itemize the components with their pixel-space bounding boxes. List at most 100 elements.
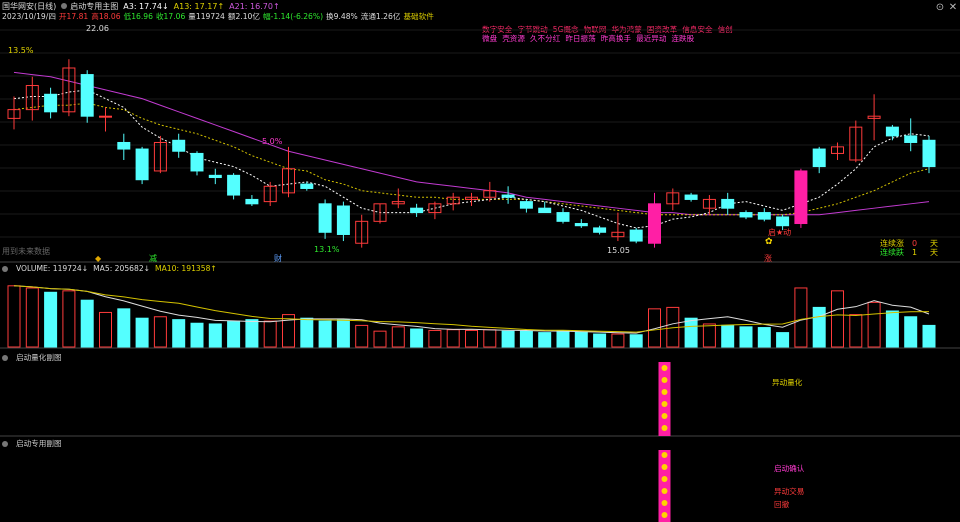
volume-icon[interactable] bbox=[2, 265, 8, 272]
candle-body bbox=[208, 174, 222, 179]
volume-bar bbox=[885, 310, 899, 348]
volume-bar bbox=[776, 332, 790, 348]
volume-bar bbox=[794, 287, 808, 348]
volume-bar bbox=[153, 316, 167, 348]
marker-jian: 减 bbox=[149, 254, 157, 263]
volume-bar bbox=[62, 290, 76, 348]
volume-bar bbox=[355, 324, 369, 348]
sub1-signal-label: 异动量化 bbox=[772, 378, 803, 387]
volume-bar bbox=[465, 329, 478, 348]
volume-bar bbox=[208, 323, 222, 348]
volume-bar bbox=[684, 317, 698, 348]
sub1-signal-column bbox=[658, 362, 671, 436]
volume-bar bbox=[44, 291, 58, 348]
volume-bar bbox=[318, 320, 332, 348]
volume-bar bbox=[702, 323, 716, 348]
sub2-signal-dot bbox=[661, 500, 668, 506]
volume-bar bbox=[446, 329, 460, 348]
marker-cai: 财 bbox=[274, 254, 282, 263]
volume-bar bbox=[7, 285, 21, 348]
sub2-label2: 异动交易 bbox=[774, 487, 805, 496]
volume-bar bbox=[263, 320, 277, 348]
volume-bar bbox=[501, 330, 515, 348]
volume-bar bbox=[593, 333, 607, 348]
candlestick-chart[interactable] bbox=[0, 0, 960, 522]
candle-body bbox=[410, 207, 424, 214]
volume-bar bbox=[483, 329, 497, 348]
candle-body bbox=[519, 201, 533, 209]
volume-bar bbox=[245, 319, 259, 348]
candle-body bbox=[336, 205, 350, 235]
candle-body bbox=[776, 216, 790, 227]
candle-body bbox=[318, 203, 332, 233]
volume-bar bbox=[739, 326, 753, 348]
volume-bar bbox=[428, 329, 442, 348]
ma5-line bbox=[13, 89, 930, 229]
candle-body bbox=[99, 115, 112, 118]
candle-body bbox=[538, 207, 552, 214]
volume-bar bbox=[99, 311, 112, 348]
volume-bar bbox=[721, 324, 735, 348]
candle-body bbox=[812, 148, 826, 168]
stat-down: 连续跌 1 天 bbox=[880, 248, 938, 257]
watermark-text: 用到未来数据 bbox=[2, 247, 50, 256]
sub1-signal-dot bbox=[661, 365, 668, 371]
candle-body bbox=[574, 223, 588, 227]
sub2-label1: 启动确认 bbox=[774, 464, 805, 473]
candle-body bbox=[593, 227, 607, 233]
candle-body bbox=[172, 139, 186, 152]
volume-header: VOLUME: 119724↓ MA5: 205682↓ MA10: 19135… bbox=[2, 264, 217, 273]
sub2-label3: 回撤 bbox=[774, 500, 790, 509]
sub2-signal-dot bbox=[661, 476, 668, 482]
sub2-icon[interactable] bbox=[2, 440, 8, 447]
volume-bar bbox=[831, 290, 844, 348]
volume-bar bbox=[574, 331, 588, 348]
volume-bar bbox=[519, 330, 533, 348]
sub1-signal-dot bbox=[661, 425, 668, 431]
sub1-icon[interactable] bbox=[2, 354, 8, 361]
candle-body bbox=[739, 212, 753, 218]
candle-body bbox=[922, 139, 936, 168]
volume-bar bbox=[867, 301, 881, 348]
sub1-header: 启动量化副图 bbox=[2, 352, 62, 363]
volume-bar bbox=[117, 308, 131, 348]
event-marker-icon: ◆ bbox=[95, 254, 102, 263]
sub1-signal-dot bbox=[661, 401, 668, 407]
sub1-signal-dot bbox=[661, 389, 668, 395]
candle-body bbox=[117, 141, 131, 150]
candle-body bbox=[135, 148, 149, 181]
candle-body bbox=[80, 74, 94, 117]
candle-body bbox=[648, 203, 661, 244]
candle-body bbox=[501, 194, 515, 198]
candle-body bbox=[629, 229, 643, 242]
candle-body bbox=[885, 126, 899, 137]
candle-body bbox=[44, 93, 58, 113]
volume-bar bbox=[172, 319, 186, 348]
sub1-signal-dot bbox=[661, 377, 668, 383]
volume-bar bbox=[922, 324, 936, 348]
candle-body bbox=[684, 194, 698, 200]
candle-body bbox=[904, 135, 918, 143]
volume-bar bbox=[629, 334, 643, 348]
volume-bar bbox=[25, 287, 39, 348]
sub2-signal-dot bbox=[661, 464, 668, 470]
volume-bar bbox=[904, 316, 918, 348]
volume-bar bbox=[391, 326, 405, 348]
candle-body bbox=[227, 174, 241, 196]
sub2-signal-column bbox=[658, 450, 671, 522]
candle-body bbox=[190, 152, 204, 172]
volume-bar bbox=[812, 306, 826, 348]
sub2-signal-dot bbox=[661, 488, 668, 494]
volume-bar bbox=[611, 333, 625, 348]
volume-bar bbox=[538, 332, 552, 348]
signal-qidong: 启★动 bbox=[768, 228, 792, 237]
candle-body bbox=[556, 212, 570, 222]
volume-bar bbox=[410, 328, 424, 348]
volume-bar bbox=[373, 330, 387, 348]
volume-bar bbox=[300, 317, 314, 348]
candle-body bbox=[300, 183, 314, 189]
volume-bar bbox=[849, 314, 863, 348]
sub2-header: 启动专用副图 bbox=[2, 438, 62, 449]
marker-zhang: 涨 bbox=[764, 254, 772, 263]
candle-body bbox=[245, 198, 259, 205]
